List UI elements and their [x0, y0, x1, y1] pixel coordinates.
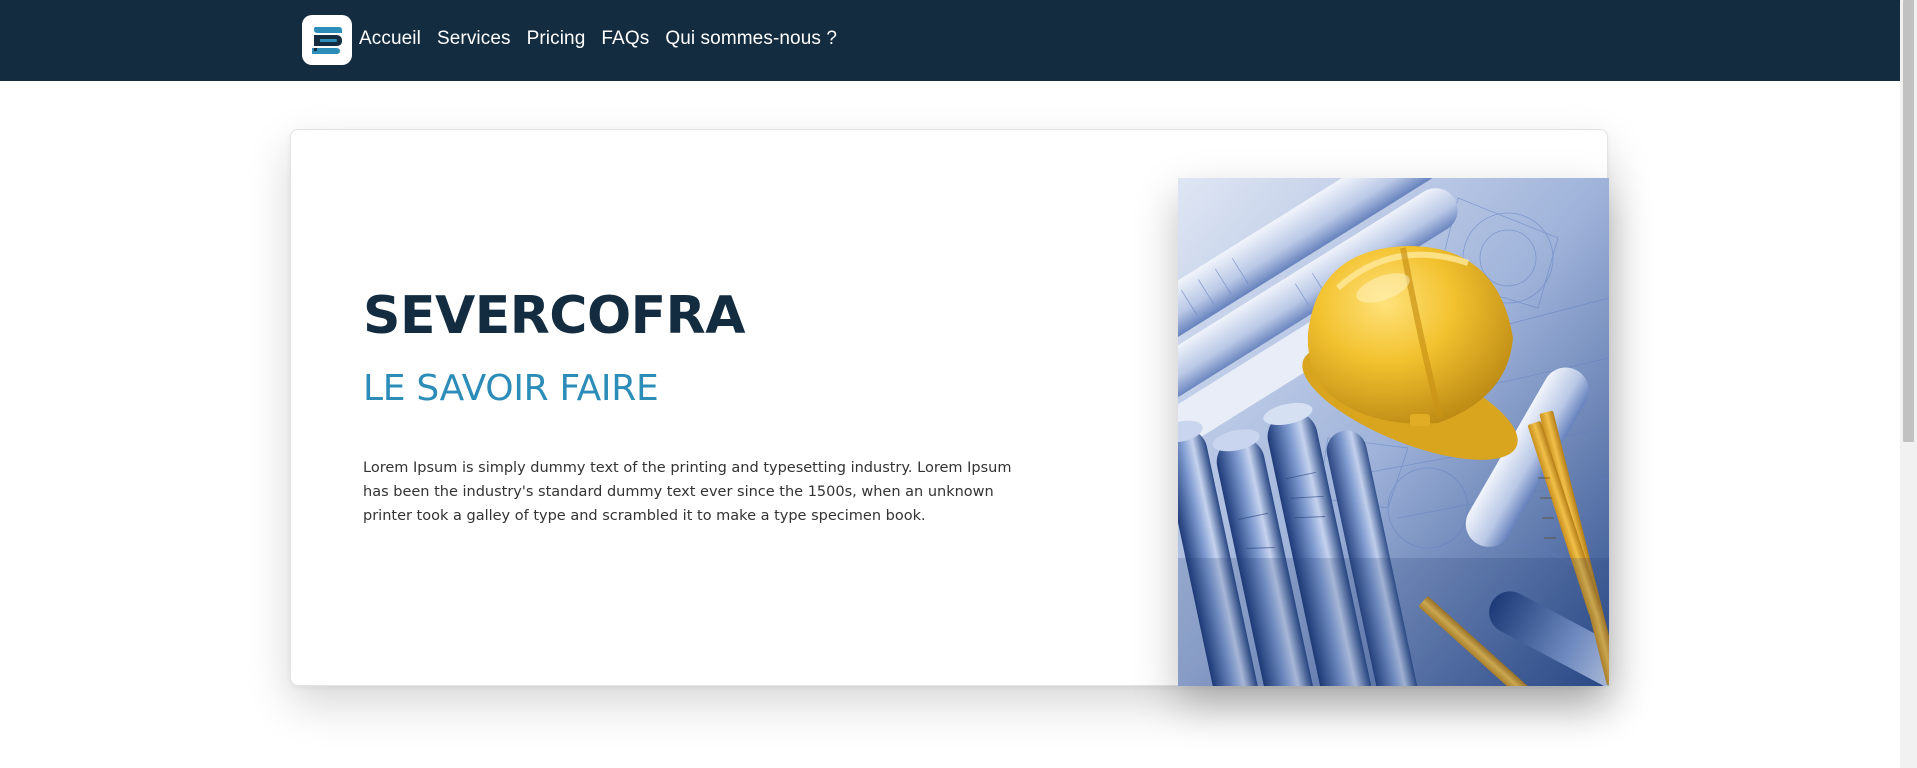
hero-image — [1178, 178, 1609, 686]
nav-link-qui-sommes-nous[interactable]: Qui sommes-nous ? — [665, 28, 837, 50]
top-navbar: Accueil Services Pricing FAQs Qui sommes… — [0, 0, 1900, 81]
nav-link-pricing[interactable]: Pricing — [527, 28, 586, 50]
hero-title: SEVERCOFRA — [363, 286, 745, 346]
brand-logo[interactable] — [302, 15, 352, 65]
construction-helmet-blueprints-image — [1178, 178, 1609, 686]
hero-subtitle: LE SAVOIR FAIRE — [363, 368, 659, 409]
hero-description: Lorem Ipsum is simply dummy text of the … — [363, 460, 1012, 524]
nav-link-services[interactable]: Services — [437, 28, 511, 50]
nav-link-accueil[interactable]: Accueil — [359, 28, 421, 50]
nav-link-faqs[interactable]: FAQs — [601, 28, 649, 50]
hero-card: SEVERCOFRA LE SAVOIR FAIRE Lorem Ipsum i… — [290, 129, 1609, 686]
main-nav: Accueil Services Pricing FAQs Qui sommes… — [359, 0, 837, 78]
scrollbar-thumb[interactable] — [1903, 0, 1914, 442]
severcofra-logo-icon — [307, 20, 347, 60]
